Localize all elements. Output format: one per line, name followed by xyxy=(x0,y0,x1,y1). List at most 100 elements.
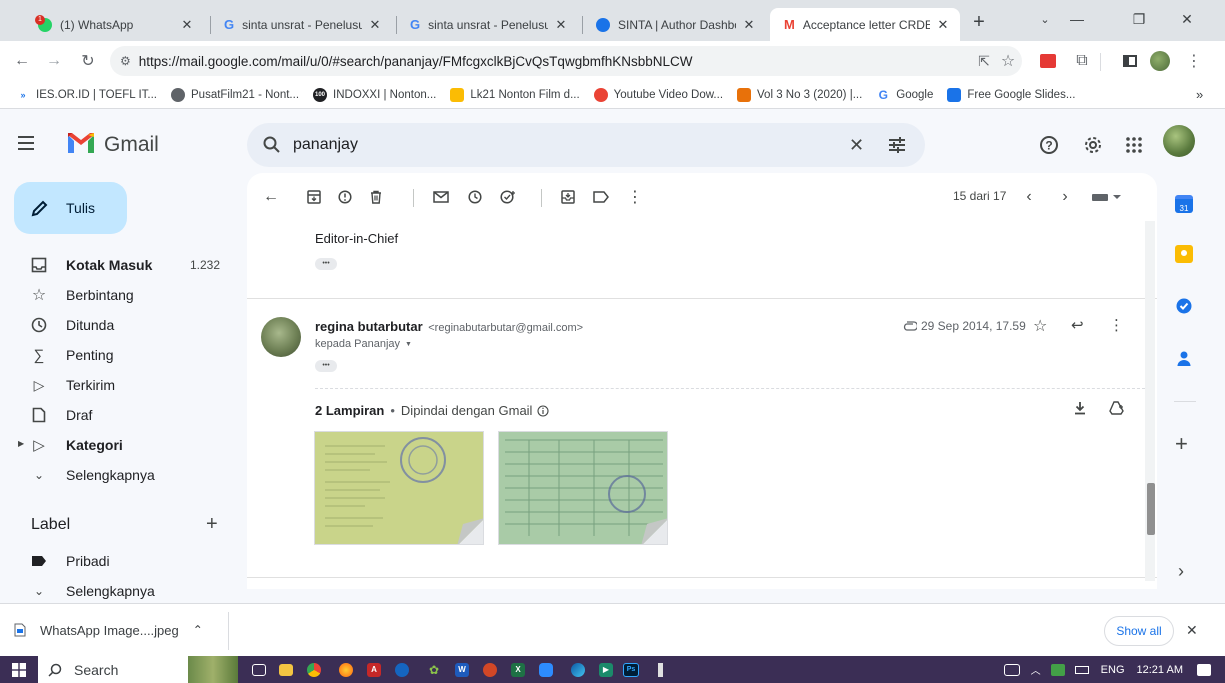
side-panel-icon[interactable] xyxy=(1118,49,1142,73)
media-player-icon[interactable]: ▶ xyxy=(599,662,613,677)
close-icon[interactable]: ✕ xyxy=(936,17,950,33)
move-to-icon[interactable] xyxy=(558,187,578,207)
scrollbar-track[interactable] xyxy=(1145,221,1155,581)
share-icon[interactable]: ⇱ xyxy=(972,49,996,73)
bookmark-star-icon[interactable]: ☆ xyxy=(996,49,1020,73)
attachment-thumbnail-2[interactable] xyxy=(498,431,668,545)
site-info-icon[interactable]: ⚙ xyxy=(120,54,131,68)
gmail-logo-icon[interactable] xyxy=(66,131,96,155)
browser-tab-sinta-search-1[interactable]: G sinta unsrat - Penelusur ✕ xyxy=(210,8,392,41)
powerpoint-icon[interactable] xyxy=(479,661,501,679)
extensions-puzzle-icon[interactable]: ⧉ xyxy=(1070,49,1094,73)
report-spam-icon[interactable] xyxy=(335,187,355,207)
show-trimmed-content-button[interactable]: ••• xyxy=(315,360,337,372)
app-bar-icon[interactable] xyxy=(649,661,671,679)
bookmark-pusatfilm[interactable]: PusatFilm21 - Nont... xyxy=(171,87,299,102)
task-view-icon[interactable] xyxy=(252,663,266,676)
help-icon[interactable]: ? xyxy=(1039,135,1059,155)
keep-icon[interactable] xyxy=(1175,245,1193,263)
input-tools-keyboard-icon[interactable] xyxy=(1089,187,1125,207)
close-icon[interactable]: ✕ xyxy=(180,17,194,33)
sidebar-item-snoozed[interactable]: Ditunda xyxy=(0,310,240,340)
search-bar[interactable]: pananjay ✕ xyxy=(247,123,925,167)
sender-name[interactable]: regina butarbutar xyxy=(315,319,423,334)
close-download-bar-icon[interactable]: ✕ xyxy=(1186,622,1198,639)
back-to-list-icon[interactable]: ← xyxy=(261,187,281,207)
compose-button[interactable]: Tulis xyxy=(14,182,127,234)
sidebar-label-personal[interactable]: Pribadi xyxy=(0,546,240,576)
sidebar-label-more[interactable]: ⌄ Selengkapnya xyxy=(0,576,240,606)
tasks-icon[interactable] xyxy=(1175,297,1193,315)
sidebar-item-starred[interactable]: ☆ Berbintang xyxy=(0,280,240,310)
profile-avatar-icon[interactable] xyxy=(1148,49,1172,73)
info-icon[interactable] xyxy=(537,404,550,417)
reply-arrow-icon[interactable]: ↩ xyxy=(1071,316,1084,334)
reload-icon[interactable]: ↻ xyxy=(76,49,100,73)
close-icon[interactable]: ✕ xyxy=(554,17,568,33)
delete-trash-icon[interactable] xyxy=(366,187,386,207)
search-options-icon[interactable] xyxy=(887,135,907,155)
add-to-tasks-icon[interactable] xyxy=(498,187,518,207)
show-trimmed-content-button[interactable]: ••• xyxy=(315,258,337,270)
close-icon[interactable]: ✕ xyxy=(742,17,756,33)
contacts-icon[interactable] xyxy=(1175,349,1193,367)
search-input[interactable]: pananjay xyxy=(293,136,358,154)
firefox-icon[interactable] xyxy=(335,661,357,679)
bookmark-google[interactable]: G Google xyxy=(876,87,933,102)
tab-search-chevron-icon[interactable]: ⌄ xyxy=(1030,6,1060,32)
label-as-icon[interactable] xyxy=(591,187,611,207)
file-explorer-icon[interactable] xyxy=(279,663,293,676)
sidebar-item-categories[interactable]: ▶ ▷ Kategori xyxy=(0,430,240,460)
sender-avatar[interactable] xyxy=(261,317,301,357)
message-more-options-icon[interactable]: ⋮ xyxy=(1109,316,1124,334)
settings-gear-icon[interactable] xyxy=(1083,135,1103,155)
browser-tab-sinta-dashboard[interactable]: SINTA | Author Dashbo ✕ xyxy=(582,8,766,41)
mark-unread-mail-icon[interactable] xyxy=(431,187,451,207)
battery-icon[interactable] xyxy=(1074,665,1089,674)
chrome-icon[interactable] xyxy=(303,661,325,679)
scrollbar-thumb[interactable] xyxy=(1147,483,1155,535)
expand-arrow-icon[interactable]: ▶ xyxy=(18,439,24,448)
app-plant-icon[interactable]: ✿ xyxy=(423,661,445,679)
snooze-clock-icon[interactable] xyxy=(465,187,485,207)
clear-search-icon[interactable]: ✕ xyxy=(849,135,864,156)
browser-tab-sinta-search-2[interactable]: G sinta unsrat - Penelusur ✕ xyxy=(396,8,578,41)
forward-arrow-icon[interactable]: → xyxy=(42,49,66,73)
notifications-icon[interactable] xyxy=(1197,663,1211,676)
sidebar-item-drafts[interactable]: Draf xyxy=(0,400,240,430)
main-menu-icon[interactable] xyxy=(16,133,38,153)
more-bookmarks-chevron-icon[interactable]: » xyxy=(1196,87,1203,102)
show-side-panel-chevron-icon[interactable]: › xyxy=(1178,561,1184,582)
archive-icon[interactable] xyxy=(304,187,324,207)
show-hidden-icons-chevron-icon[interactable]: ︿ xyxy=(1031,662,1041,677)
back-arrow-icon[interactable]: ← xyxy=(10,49,34,73)
minimize-icon[interactable]: — xyxy=(1062,6,1092,32)
get-add-ons-plus-icon[interactable]: + xyxy=(1175,431,1188,457)
star-message-icon[interactable]: ☆ xyxy=(1033,316,1047,336)
download-item[interactable]: WhatsApp Image....jpeg ⌃ xyxy=(14,617,203,643)
create-label-button[interactable]: + xyxy=(206,513,218,536)
attachment-thumbnail-1[interactable] xyxy=(314,431,484,545)
google-apps-icon[interactable] xyxy=(1124,135,1144,155)
older-chevron-right-icon[interactable]: › xyxy=(1055,187,1075,207)
app-globe-icon[interactable] xyxy=(391,661,413,679)
show-all-downloads-button[interactable]: Show all xyxy=(1104,616,1174,646)
bookmark-ies[interactable]: » IES.OR.ID | TOEFL IT... xyxy=(16,87,157,102)
excel-icon[interactable]: X xyxy=(511,662,525,677)
download-all-icon[interactable] xyxy=(1073,401,1087,415)
edge-icon[interactable] xyxy=(567,661,589,679)
download-options-chevron-icon[interactable]: ⌃ xyxy=(193,623,203,637)
sidebar-item-inbox[interactable]: Kotak Masuk 1.232 xyxy=(0,250,240,280)
new-tab-button[interactable]: + xyxy=(966,9,992,35)
window-close-icon[interactable]: ✕ xyxy=(1172,6,1202,32)
recipient-line[interactable]: kepada Pananjay ▼ xyxy=(315,338,412,350)
taskbar-clock[interactable]: 12:21 AM xyxy=(1137,664,1183,676)
tray-app-icon[interactable] xyxy=(1050,663,1065,676)
photoshop-icon[interactable]: Ps xyxy=(623,662,639,677)
add-to-drive-icon[interactable] xyxy=(1109,401,1125,415)
sidebar-item-more[interactable]: ⌄ Selengkapnya xyxy=(0,460,240,490)
zoom-icon[interactable] xyxy=(535,661,557,679)
bookmark-youtube-downloader[interactable]: Youtube Video Dow... xyxy=(593,87,723,102)
search-icon[interactable] xyxy=(263,136,281,154)
more-options-icon[interactable]: ⋮ xyxy=(625,187,645,207)
